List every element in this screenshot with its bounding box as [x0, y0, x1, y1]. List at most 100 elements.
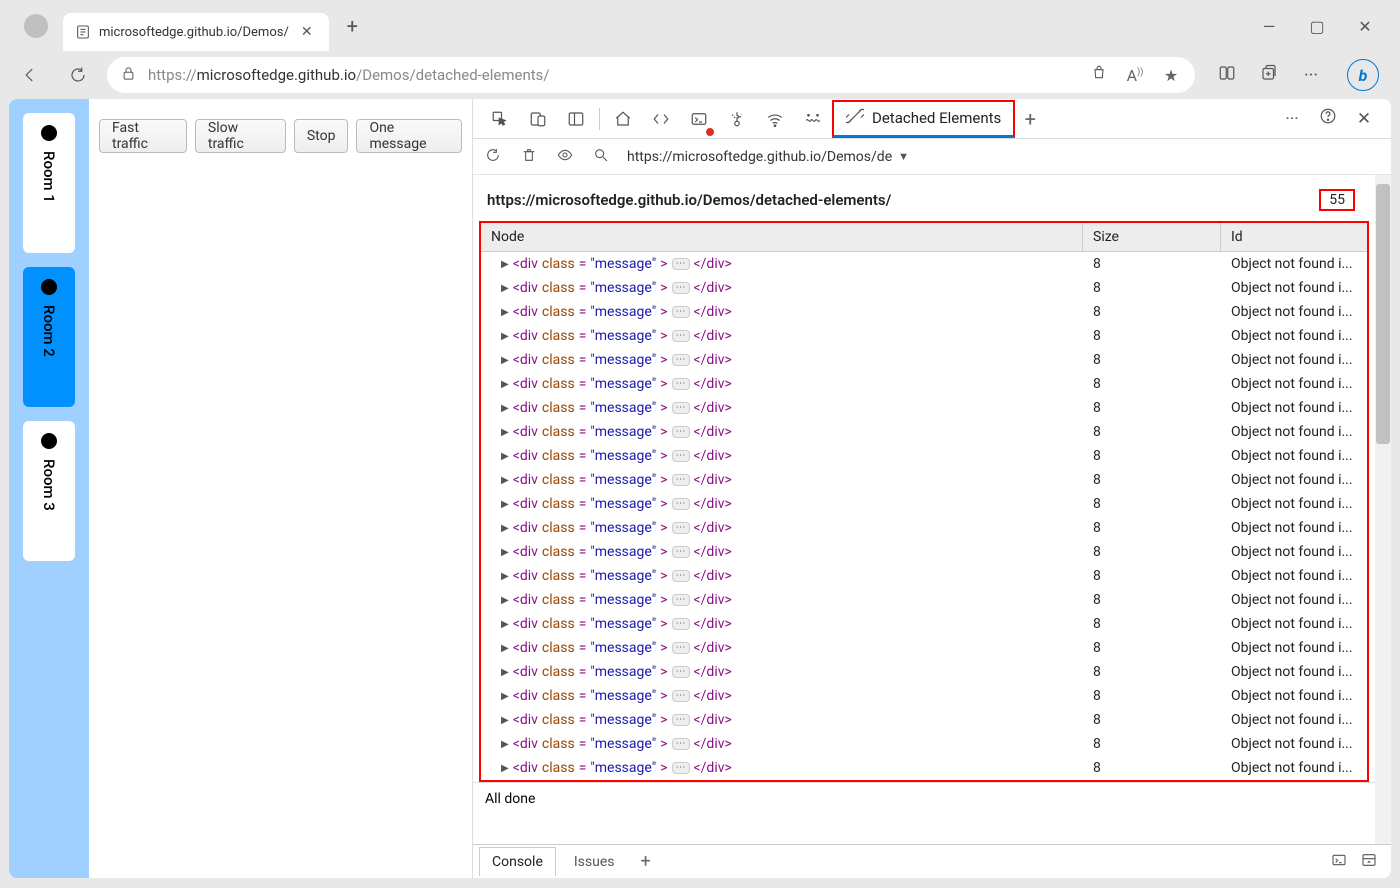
expand-triangle-icon[interactable]: ▶: [501, 259, 509, 270]
table-row[interactable]: ▶<div class="message">⋯</div>8Object not…: [481, 636, 1367, 660]
table-row[interactable]: ▶<div class="message">⋯</div>8Object not…: [481, 468, 1367, 492]
refresh-icon[interactable]: [483, 147, 503, 167]
table-row[interactable]: ▶<div class="message">⋯</div>8Object not…: [481, 348, 1367, 372]
table-row[interactable]: ▶<div class="message">⋯</div>8Object not…: [481, 564, 1367, 588]
favorite-star-icon[interactable]: ★: [1161, 66, 1181, 85]
expand-triangle-icon[interactable]: ▶: [501, 715, 509, 726]
more-tabs-button[interactable]: +: [1015, 107, 1045, 131]
table-row[interactable]: ▶<div class="message">⋯</div>8Object not…: [481, 660, 1367, 684]
expand-triangle-icon[interactable]: ▶: [501, 619, 509, 630]
back-button[interactable]: [11, 56, 49, 94]
table-row[interactable]: ▶<div class="message">⋯</div>8Object not…: [481, 324, 1367, 348]
expand-triangle-icon[interactable]: ▶: [501, 451, 509, 462]
new-tab-button[interactable]: +: [329, 14, 376, 38]
devtools-close-icon[interactable]: ✕: [1353, 109, 1375, 129]
expand-triangle-icon[interactable]: ▶: [501, 691, 509, 702]
traffic-button[interactable]: Stop: [294, 119, 349, 153]
ellipsis-pill-icon[interactable]: ⋯: [672, 546, 690, 558]
expand-triangle-icon[interactable]: ▶: [501, 547, 509, 558]
site-lock-icon[interactable]: [121, 66, 136, 85]
ellipsis-pill-icon[interactable]: ⋯: [672, 762, 690, 774]
target-dropdown[interactable]: https://microsoftedge.github.io/Demos/de…: [627, 149, 909, 165]
expand-triangle-icon[interactable]: ▶: [501, 379, 509, 390]
table-row[interactable]: ▶<div class="message">⋯</div>8Object not…: [481, 612, 1367, 636]
table-row[interactable]: ▶<div class="message">⋯</div>8Object not…: [481, 420, 1367, 444]
ellipsis-pill-icon[interactable]: ⋯: [672, 642, 690, 654]
devtools-help-icon[interactable]: [1317, 107, 1339, 130]
sidebar-room-button[interactable]: Room 2: [23, 267, 75, 407]
ellipsis-pill-icon[interactable]: ⋯: [672, 282, 690, 294]
ellipsis-pill-icon[interactable]: ⋯: [672, 330, 690, 342]
console-tab-icon[interactable]: [680, 100, 718, 138]
scrollbar[interactable]: [1375, 175, 1391, 844]
expand-triangle-icon[interactable]: ▶: [501, 739, 509, 750]
traffic-button[interactable]: Fast traffic: [99, 119, 187, 153]
expand-triangle-icon[interactable]: ▶: [501, 283, 509, 294]
more-menu-icon[interactable]: ···: [1299, 65, 1323, 86]
table-row[interactable]: ▶<div class="message">⋯</div>8Object not…: [481, 276, 1367, 300]
detached-elements-tab[interactable]: Detached Elements: [832, 100, 1015, 138]
ellipsis-pill-icon[interactable]: ⋯: [672, 426, 690, 438]
expand-triangle-icon[interactable]: ▶: [501, 763, 509, 774]
bing-chat-icon[interactable]: b: [1347, 59, 1379, 91]
network-tab-icon[interactable]: [756, 100, 794, 138]
table-row[interactable]: ▶<div class="message">⋯</div>8Object not…: [481, 708, 1367, 732]
ellipsis-pill-icon[interactable]: ⋯: [672, 258, 690, 270]
sources-tab-icon[interactable]: [718, 100, 756, 138]
expand-triangle-icon[interactable]: ▶: [501, 571, 509, 582]
collections-icon[interactable]: [1257, 64, 1281, 87]
device-toggle-icon[interactable]: [519, 100, 557, 138]
drawer-more-button[interactable]: +: [633, 851, 659, 872]
read-aloud-icon[interactable]: A)): [1125, 66, 1145, 85]
shopping-icon[interactable]: [1089, 65, 1109, 85]
ellipsis-pill-icon[interactable]: ⋯: [672, 378, 690, 390]
minimize-icon[interactable]: —: [1257, 17, 1281, 36]
ellipsis-pill-icon[interactable]: ⋯: [672, 690, 690, 702]
ellipsis-pill-icon[interactable]: ⋯: [672, 498, 690, 510]
expand-triangle-icon[interactable]: ▶: [501, 307, 509, 318]
drawer-tab-console[interactable]: Console: [479, 847, 556, 876]
dock-side-icon[interactable]: [557, 100, 595, 138]
table-row[interactable]: ▶<div class="message">⋯</div>8Object not…: [481, 732, 1367, 756]
expand-triangle-icon[interactable]: ▶: [501, 643, 509, 654]
col-header-id[interactable]: Id: [1221, 223, 1367, 251]
inspect-element-icon[interactable]: [481, 100, 519, 138]
drawer-tab-issues[interactable]: Issues: [562, 848, 627, 876]
ellipsis-pill-icon[interactable]: ⋯: [672, 666, 690, 678]
profile-avatar[interactable]: [24, 14, 48, 38]
ellipsis-pill-icon[interactable]: ⋯: [672, 738, 690, 750]
expand-triangle-icon[interactable]: ▶: [501, 595, 509, 606]
col-header-node[interactable]: Node: [481, 223, 1083, 251]
col-header-size[interactable]: Size: [1083, 223, 1221, 251]
address-bar[interactable]: https://microsoftedge.github.io/Demos/de…: [107, 57, 1195, 93]
ellipsis-pill-icon[interactable]: ⋯: [672, 714, 690, 726]
drawer-expand-icon[interactable]: [1361, 852, 1377, 872]
reload-button[interactable]: [59, 56, 97, 94]
table-row[interactable]: ▶<div class="message">⋯</div>8Object not…: [481, 540, 1367, 564]
traffic-button[interactable]: Slow traffic: [195, 119, 286, 153]
ellipsis-pill-icon[interactable]: ⋯: [672, 474, 690, 486]
split-screen-icon[interactable]: [1215, 64, 1239, 87]
table-row[interactable]: ▶<div class="message">⋯</div>8Object not…: [481, 516, 1367, 540]
maximize-icon[interactable]: ▢: [1305, 17, 1329, 36]
performance-tab-icon[interactable]: [794, 100, 832, 138]
table-row[interactable]: ▶<div class="message">⋯</div>8Object not…: [481, 588, 1367, 612]
devtools-more-icon[interactable]: ···: [1281, 109, 1303, 129]
table-row[interactable]: ▶<div class="message">⋯</div>8Object not…: [481, 396, 1367, 420]
table-row[interactable]: ▶<div class="message">⋯</div>8Object not…: [481, 252, 1367, 276]
expand-triangle-icon[interactable]: ▶: [501, 427, 509, 438]
ellipsis-pill-icon[interactable]: ⋯: [672, 450, 690, 462]
sidebar-room-button[interactable]: Room 1: [23, 113, 75, 253]
elements-tab-icon[interactable]: [642, 100, 680, 138]
browser-tab[interactable]: microsoftedge.github.io/Demos/ ✕: [63, 13, 329, 51]
expand-triangle-icon[interactable]: ▶: [501, 475, 509, 486]
close-tab-icon[interactable]: ✕: [297, 22, 317, 42]
expand-triangle-icon[interactable]: ▶: [501, 667, 509, 678]
ellipsis-pill-icon[interactable]: ⋯: [672, 594, 690, 606]
ellipsis-pill-icon[interactable]: ⋯: [672, 570, 690, 582]
table-row[interactable]: ▶<div class="message">⋯</div>8Object not…: [481, 492, 1367, 516]
table-row[interactable]: ▶<div class="message">⋯</div>8Object not…: [481, 372, 1367, 396]
delete-icon[interactable]: [519, 147, 539, 167]
table-row[interactable]: ▶<div class="message">⋯</div>8Object not…: [481, 444, 1367, 468]
ellipsis-pill-icon[interactable]: ⋯: [672, 618, 690, 630]
